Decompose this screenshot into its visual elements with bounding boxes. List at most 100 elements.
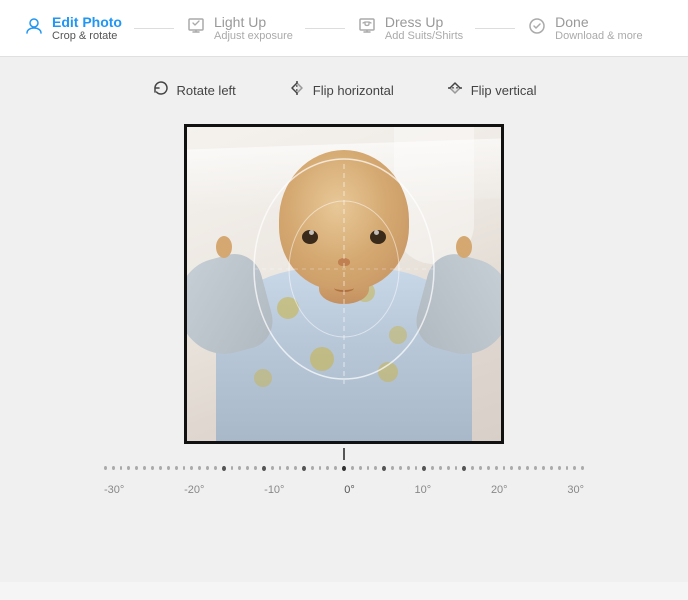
slider-label-0: 0°	[344, 484, 355, 496]
done-title: Done	[555, 14, 642, 30]
dot	[206, 466, 209, 470]
dot	[254, 466, 257, 470]
slider-track[interactable]	[104, 456, 584, 480]
dot	[271, 466, 274, 470]
dot	[151, 466, 154, 470]
dot	[391, 466, 394, 470]
step-header: Edit Photo Crop & rotate Light Up Adjust…	[0, 0, 688, 57]
dot-active	[262, 466, 266, 471]
dot	[351, 466, 354, 470]
dot	[294, 466, 297, 470]
flip-horizontal-button[interactable]: Flip horizontal	[280, 75, 402, 106]
slider-label-10: 10°	[415, 484, 432, 496]
flip-vertical-button[interactable]: Flip vertical	[438, 75, 545, 106]
dress-up-icon	[357, 16, 377, 41]
dot	[566, 466, 569, 470]
edit-photo-sub: Crop & rotate	[52, 30, 122, 42]
light-up-icon	[186, 16, 206, 41]
divider-2	[305, 28, 345, 29]
dot	[439, 466, 442, 470]
step-edit-photo[interactable]: Edit Photo Crop & rotate	[24, 14, 122, 42]
rotate-left-button[interactable]: Rotate left	[144, 75, 244, 106]
dot	[431, 466, 434, 470]
dot	[190, 466, 193, 470]
dot	[479, 466, 482, 470]
photo	[184, 124, 504, 444]
dot	[167, 466, 170, 470]
dot	[198, 466, 201, 470]
dot	[238, 466, 241, 470]
slider-label-minus30: -30°	[104, 484, 124, 496]
dot	[487, 466, 490, 470]
dot	[175, 466, 178, 470]
light-up-sub: Adjust exposure	[214, 30, 293, 42]
divider-3	[475, 28, 515, 29]
step-light-up[interactable]: Light Up Adjust exposure	[186, 14, 293, 42]
dot	[214, 466, 217, 470]
dot	[183, 466, 186, 470]
dot	[104, 466, 107, 470]
dot	[319, 466, 322, 470]
dot	[334, 466, 337, 470]
dot	[359, 466, 362, 470]
dot	[135, 466, 138, 470]
dot	[374, 466, 377, 470]
dot-center	[342, 466, 346, 471]
slider-label-minus10: -10°	[264, 484, 284, 496]
edit-photo-icon	[24, 16, 44, 41]
flip-horizontal-icon	[288, 79, 306, 102]
slider-labels: -30° -20° -10° 0° 10° 20° 30°	[104, 484, 584, 496]
dot	[550, 466, 553, 470]
dot	[407, 466, 410, 470]
crop-area[interactable]	[184, 124, 504, 444]
dot	[495, 466, 498, 470]
dot-active	[222, 466, 226, 471]
dot-active	[462, 466, 466, 471]
dot	[159, 466, 162, 470]
dress-up-sub: Add Suits/Shirts	[385, 30, 463, 42]
dot	[231, 466, 234, 470]
flip-horizontal-label: Flip horizontal	[313, 83, 394, 98]
edit-toolbar: Rotate left Flip horizontal Flip verti	[144, 75, 545, 106]
dot	[143, 466, 146, 470]
dot-active	[302, 466, 306, 471]
main-area: Rotate left Flip horizontal Flip verti	[0, 57, 688, 582]
dot-active	[382, 466, 386, 471]
slider-dots	[104, 466, 584, 471]
done-sub: Download & more	[555, 30, 642, 42]
dot	[455, 466, 458, 470]
slider-center-marker	[343, 448, 345, 460]
rotation-slider-area: -30° -20° -10° 0° 10° 20° 30°	[94, 456, 594, 496]
flip-vertical-icon	[446, 79, 464, 102]
step-done[interactable]: Done Download & more	[527, 14, 642, 42]
dress-up-title: Dress Up	[385, 14, 463, 30]
divider-1	[134, 28, 174, 29]
dot	[399, 466, 402, 470]
rotate-left-icon	[152, 79, 170, 102]
dot	[558, 466, 561, 470]
slider-label-20: 20°	[491, 484, 508, 496]
dot	[542, 466, 545, 470]
dot	[573, 466, 576, 470]
dot	[112, 466, 115, 470]
dot	[518, 466, 521, 470]
rotate-left-label: Rotate left	[177, 83, 236, 98]
step-dress-up[interactable]: Dress Up Add Suits/Shirts	[357, 14, 463, 42]
dot	[503, 466, 506, 470]
dot	[279, 466, 282, 470]
light-up-title: Light Up	[214, 14, 293, 30]
dot	[534, 466, 537, 470]
edit-photo-title: Edit Photo	[52, 14, 122, 30]
done-icon	[527, 16, 547, 41]
dot	[510, 466, 513, 470]
dot	[286, 466, 289, 470]
dot-active	[422, 466, 426, 471]
slider-label-30: 30°	[567, 484, 584, 496]
dot	[415, 466, 418, 470]
dot	[581, 466, 584, 470]
dot	[311, 466, 314, 470]
dot	[127, 466, 130, 470]
dot	[367, 466, 370, 470]
dot	[246, 466, 249, 470]
slider-label-minus20: -20°	[184, 484, 204, 496]
